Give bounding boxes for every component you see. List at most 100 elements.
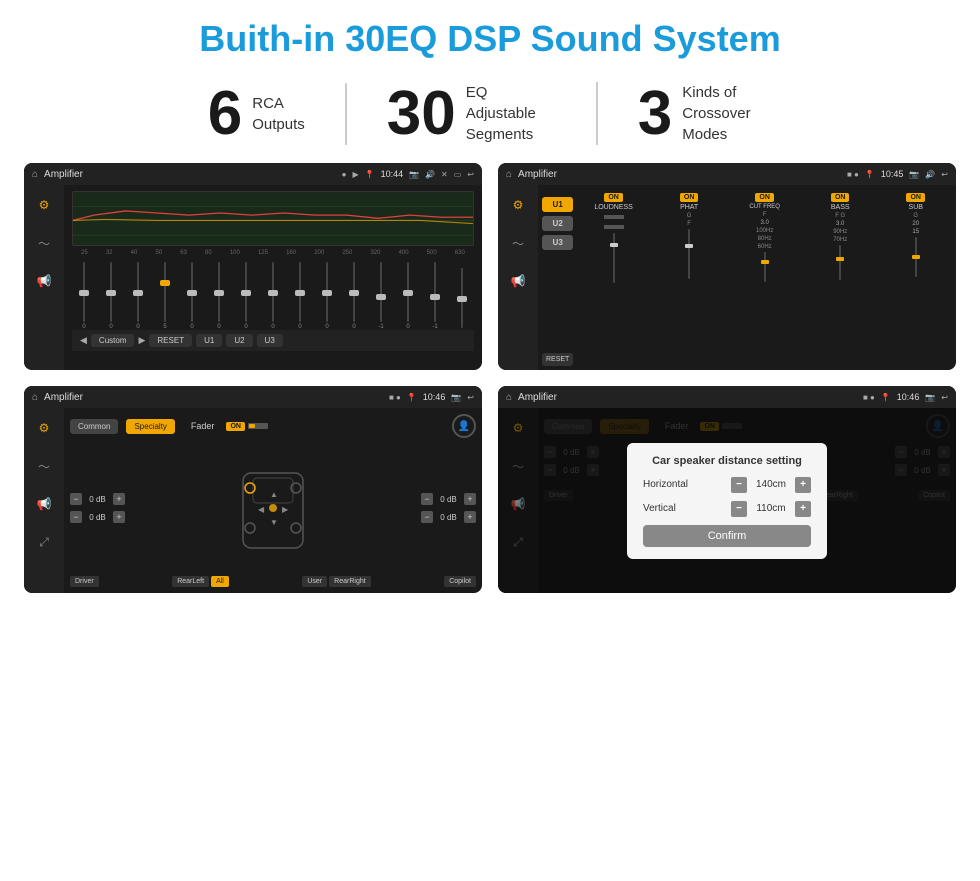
loudness-channel: ON LOUDNESS bbox=[577, 193, 650, 362]
tab-specialty[interactable]: Specialty bbox=[126, 419, 174, 434]
eq-slider-7[interactable]: 0 bbox=[234, 262, 258, 330]
eq-slider-15[interactable] bbox=[450, 268, 474, 330]
driver-label[interactable]: Driver bbox=[70, 576, 99, 587]
tab-common[interactable]: Common bbox=[70, 419, 118, 434]
u1-preset[interactable]: U1 bbox=[542, 197, 573, 212]
bass-on[interactable]: ON bbox=[831, 193, 850, 202]
vertical-minus[interactable]: − bbox=[731, 501, 747, 517]
eq-slider-2[interactable]: 0 bbox=[99, 262, 123, 330]
eq-icon-3[interactable]: ⚙ bbox=[32, 416, 56, 440]
horizontal-plus[interactable]: + bbox=[795, 477, 811, 493]
home-icon-3[interactable]: ⌂ bbox=[32, 392, 38, 403]
stat-crossover-number: 3 bbox=[638, 83, 672, 145]
plus-rr[interactable]: + bbox=[464, 511, 476, 523]
u2-btn[interactable]: U2 bbox=[226, 334, 252, 347]
minus-rl[interactable]: − bbox=[70, 511, 82, 523]
plus-fl[interactable]: + bbox=[113, 493, 125, 505]
custom-btn[interactable]: Custom bbox=[91, 334, 135, 347]
eq-slider-11[interactable]: 0 bbox=[342, 262, 366, 330]
eq-slider-5[interactable]: 0 bbox=[180, 262, 204, 330]
minus-fr[interactable]: − bbox=[421, 493, 433, 505]
loudness-label: LOUDNESS bbox=[594, 204, 633, 211]
bass-fader[interactable] bbox=[839, 245, 841, 280]
svg-text:▲: ▲ bbox=[270, 490, 278, 499]
reset-btn[interactable]: RESET bbox=[149, 334, 192, 347]
topbar-fader-title: Amplifier bbox=[44, 392, 383, 403]
back-icon-4[interactable]: ↩ bbox=[941, 393, 948, 402]
dialog-title: Car speaker distance setting bbox=[643, 455, 811, 467]
eq-icon[interactable]: ⚙ bbox=[32, 193, 56, 217]
loudness-on[interactable]: ON bbox=[604, 193, 623, 202]
eq-slider-14[interactable]: -1 bbox=[423, 262, 447, 330]
phat-on[interactable]: ON bbox=[680, 193, 699, 202]
eq-slider-9[interactable]: 0 bbox=[288, 262, 312, 330]
profile-icon[interactable]: 👤 bbox=[452, 414, 476, 438]
vertical-label: Vertical bbox=[643, 503, 676, 514]
expand-icon-3[interactable]: ⤢ bbox=[32, 530, 56, 554]
phat-fader[interactable] bbox=[688, 229, 690, 279]
minus-fl[interactable]: − bbox=[70, 493, 82, 505]
eq-slider-13[interactable]: 0 bbox=[396, 262, 420, 330]
horizontal-minus[interactable]: − bbox=[731, 477, 747, 493]
eq-icon-2[interactable]: ⚙ bbox=[506, 193, 530, 217]
back-icon-2[interactable]: ↩ bbox=[941, 170, 948, 179]
wave-icon-2[interactable]: 〜 bbox=[506, 231, 530, 255]
fader-slider[interactable] bbox=[248, 423, 268, 429]
all-label[interactable]: All bbox=[211, 576, 229, 587]
vertical-plus[interactable]: + bbox=[795, 501, 811, 517]
amp-sidebar: ⚙ 〜 📢 bbox=[498, 185, 538, 370]
stat-crossover-label: Kinds ofCrossover Modes bbox=[682, 82, 772, 145]
prev-btn[interactable]: ◀ bbox=[80, 335, 87, 346]
plus-rl[interactable]: + bbox=[113, 511, 125, 523]
u3-preset[interactable]: U3 bbox=[542, 235, 573, 250]
screen-eq: ⌂ Amplifier ● ▶ 📍 10:44 📷 🔊 ✕ ▭ ↩ ⚙ 〜 📢 bbox=[24, 163, 482, 370]
sub-label: SUB bbox=[909, 204, 923, 211]
loudness-fader[interactable] bbox=[613, 233, 615, 283]
speaker-icon-2[interactable]: 📢 bbox=[506, 269, 530, 293]
fader-label: Fader bbox=[191, 421, 215, 431]
u3-btn[interactable]: U3 bbox=[257, 334, 283, 347]
eq-slider-3[interactable]: 0 bbox=[126, 262, 150, 330]
home-icon-2[interactable]: ⌂ bbox=[506, 169, 512, 180]
user-label[interactable]: User bbox=[302, 576, 327, 587]
wave-icon-3[interactable]: 〜 bbox=[32, 454, 56, 478]
next-btn[interactable]: ▶ bbox=[138, 335, 145, 346]
cutfreq-on[interactable]: ON bbox=[755, 193, 774, 202]
wave-icon[interactable]: 〜 bbox=[32, 231, 56, 255]
screens-grid: ⌂ Amplifier ● ▶ 📍 10:44 📷 🔊 ✕ ▭ ↩ ⚙ 〜 📢 bbox=[0, 163, 980, 609]
speaker-icon-3[interactable]: 📢 bbox=[32, 492, 56, 516]
home-icon-4[interactable]: ⌂ bbox=[506, 392, 512, 403]
eq-slider-12[interactable]: -1 bbox=[369, 262, 393, 330]
back-icon-3[interactable]: ↩ bbox=[467, 393, 474, 402]
reset-btn-2[interactable]: RESET bbox=[542, 353, 573, 366]
screen-crossover: ⌂ Amplifier ■ ● 📍 10:45 📷 🔊 ↩ ⚙ 〜 📢 U1 U… bbox=[498, 163, 956, 370]
rearright-label[interactable]: RearRight bbox=[329, 576, 371, 587]
home-icon[interactable]: ⌂ bbox=[32, 169, 38, 180]
topbar-fader: ⌂ Amplifier ■ ● 📍 10:46 📷 ↩ bbox=[24, 386, 482, 408]
confirm-button[interactable]: Confirm bbox=[643, 525, 811, 547]
minus-rr[interactable]: − bbox=[421, 511, 433, 523]
rearleft-label[interactable]: RearLeft bbox=[172, 576, 209, 587]
eq-slider-1[interactable]: 0 bbox=[72, 262, 96, 330]
plus-fr[interactable]: + bbox=[464, 493, 476, 505]
db-control-fr: − 0 dB + bbox=[421, 493, 476, 505]
eq-slider-10[interactable]: 0 bbox=[315, 262, 339, 330]
cutfreq-fader[interactable] bbox=[764, 252, 766, 282]
u2-preset[interactable]: U2 bbox=[542, 216, 573, 231]
eq-graph bbox=[72, 191, 474, 246]
freq-25: 25 bbox=[81, 250, 88, 256]
back-icon[interactable]: ↩ bbox=[467, 170, 474, 179]
sub-fader[interactable] bbox=[915, 237, 917, 277]
copilot-label[interactable]: Copilot bbox=[444, 576, 476, 587]
db-control-fl: − 0 dB + bbox=[70, 493, 125, 505]
sub-on[interactable]: ON bbox=[906, 193, 925, 202]
fader-on-badge[interactable]: ON bbox=[226, 422, 245, 431]
camera-icon: 📷 bbox=[409, 170, 419, 179]
fader-sidebar: ⚙ 〜 📢 ⤢ bbox=[24, 408, 64, 593]
eq-slider-8[interactable]: 0 bbox=[261, 262, 285, 330]
eq-slider-6[interactable]: 0 bbox=[207, 262, 231, 330]
freq-160: 160 bbox=[286, 250, 296, 256]
eq-slider-4[interactable]: 5 bbox=[153, 262, 177, 330]
speaker-icon[interactable]: 📢 bbox=[32, 269, 56, 293]
u1-btn[interactable]: U1 bbox=[196, 334, 222, 347]
